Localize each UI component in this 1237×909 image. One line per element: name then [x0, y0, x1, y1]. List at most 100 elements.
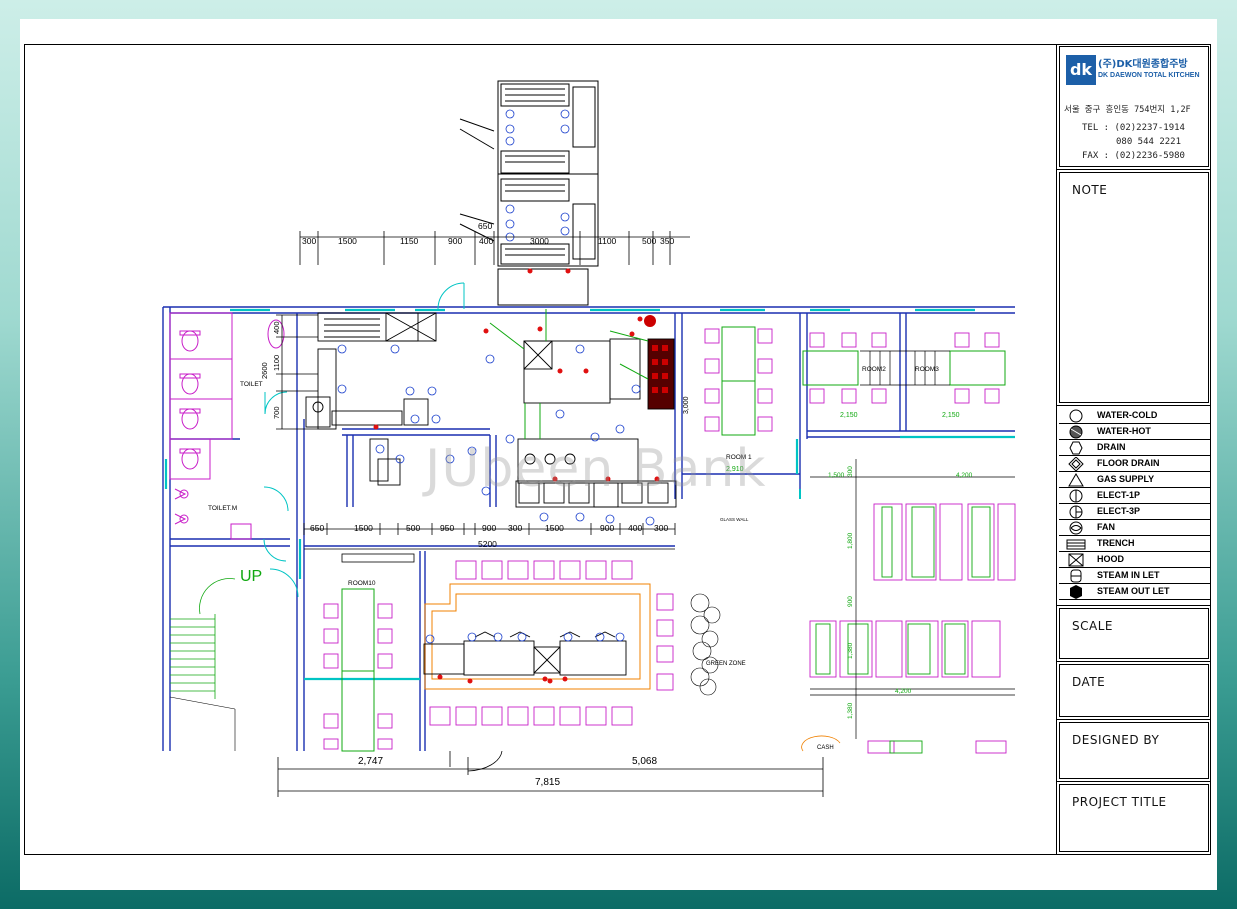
mid-dim-10: 300 [654, 523, 668, 533]
legend-label: FAN [1097, 522, 1115, 532]
scale-cell: SCALE [1057, 606, 1211, 662]
bottom-dim-1: 2,747 [358, 756, 383, 767]
mid-dim-9: 400 [628, 523, 642, 533]
right-dim-2: 4,200 [956, 472, 973, 479]
mid-dim-7: 1500 [545, 523, 564, 533]
green-zone-label: GREEN ZONE [706, 661, 746, 667]
company-name-en: DK DAEWON TOTAL KITCHEN [1098, 72, 1200, 79]
cash-label: CASH [817, 745, 834, 751]
designed-by-label: DESIGNED BY [1072, 733, 1160, 747]
top-dim-small: 650 [478, 221, 492, 231]
legend-row: TRENCH [1059, 536, 1210, 552]
date-label: DATE [1072, 675, 1106, 689]
note-cell: NOTE [1057, 170, 1211, 406]
date-cell: DATE [1057, 662, 1211, 720]
hexagon-icon [1063, 441, 1089, 455]
circle-icon [1063, 409, 1089, 423]
room10-label: ROOM10 [348, 580, 376, 587]
right-dim-5: 1,380 [847, 642, 854, 659]
legend-label: ELECT-1P [1097, 490, 1141, 500]
legend-row: DRAIN [1059, 440, 1210, 456]
bottom-right-dim: 4,200 [895, 688, 912, 695]
hatched-circle-icon [1063, 425, 1089, 439]
bottom-dim-total: 7,815 [535, 777, 560, 788]
note-label: NOTE [1072, 183, 1108, 197]
glass-wall-label: GLASS WALL [720, 517, 749, 522]
legend-label: WATER-HOT [1097, 426, 1151, 436]
top-dim-8: 500 [642, 236, 656, 246]
mid-dim-total: 5200 [478, 539, 497, 549]
top-dim-1: 300 [302, 236, 316, 246]
toilet-m-label: TOILET.M [208, 505, 237, 512]
legend-row: STEAM IN LET [1059, 568, 1210, 584]
right-dim-7: 300 [847, 466, 854, 477]
up-label: UP [240, 568, 262, 585]
legend-row: WATER-COLD [1059, 408, 1210, 424]
toilet-label: TOILET [240, 381, 263, 388]
steam-out-icon [1063, 585, 1089, 599]
company-tel: TEL : (02)2237-1914 [1082, 123, 1185, 133]
company-name: (주)DK대원종합주방 [1098, 59, 1188, 70]
top-dim-7: 1100 [598, 236, 617, 246]
mid-dim-4: 950 [440, 523, 454, 533]
designed-inner: DESIGNED BY [1059, 722, 1209, 779]
legend-row: ELECT-3P [1059, 504, 1210, 520]
steam-in-icon [1063, 569, 1089, 583]
top-dim-2: 1500 [338, 236, 357, 246]
logo-mark-icon: dk [1066, 55, 1096, 85]
circle-split-icon [1063, 505, 1089, 519]
side-dim-3: 1100 [272, 355, 281, 371]
room2-label: ROOM2 [862, 366, 886, 373]
legend-label: FLOOR DRAIN [1097, 458, 1160, 468]
legend-label: GAS SUPPLY [1097, 474, 1155, 484]
company-tel2: 080 544 2221 [1116, 137, 1182, 147]
room1-label: ROOM 1 [726, 454, 752, 461]
company-address: 서울 중구 흥인동 754번지 1,2F [1064, 105, 1191, 115]
diamond-icon [1063, 456, 1089, 472]
scale-label: SCALE [1072, 619, 1113, 633]
top-dim-5: 400 [479, 236, 493, 246]
legend-label: WATER-COLD [1097, 410, 1158, 420]
legend-label: STEAM IN LET [1097, 570, 1160, 580]
right-dim-6: 1,380 [847, 702, 854, 719]
right-dim-3: 1,800 [847, 532, 854, 549]
triangle-icon [1063, 473, 1089, 487]
company-fax: FAX : (02)2236-5980 [1082, 151, 1185, 161]
legend-row: GAS SUPPLY [1059, 472, 1210, 488]
right-dim-4: 900 [847, 596, 854, 607]
legend-row: ELECT-1P [1059, 488, 1210, 504]
legend-row: STEAM OUT LET [1059, 584, 1210, 600]
legend-cell: WATER-COLD WATER-HOT DRAIN FLOOR DRAIN GAS S… [1057, 406, 1211, 606]
company-cell: dk (주)DK대원종합주방 DK DAEWON TOTAL KITCHEN 서… [1057, 44, 1211, 170]
side-dim-1: 400 [272, 321, 281, 334]
mid-dim-1: 650 [310, 523, 324, 533]
company-logo: dk (주)DK대원종합주방 DK DAEWON TOTAL KITCHEN [1066, 55, 1206, 85]
company-inner: dk (주)DK대원종합주방 DK DAEWON TOTAL KITCHEN 서… [1059, 46, 1209, 167]
legend-label: DRAIN [1097, 442, 1126, 452]
side-dim-4: 700 [272, 406, 281, 419]
note-inner: NOTE [1059, 172, 1209, 403]
legend-row: FLOOR DRAIN [1059, 456, 1210, 472]
room-dim-1: 2,150 [840, 412, 858, 419]
project-cell: PROJECT TITLE [1057, 782, 1211, 854]
mid-dim-8: 900 [600, 523, 614, 533]
date-inner: DATE [1059, 664, 1209, 717]
legend-label: ELECT-3P [1097, 506, 1141, 516]
floor-plan: 300 1500 1150 900 400 3000 1100 500 350 … [162, 80, 1016, 797]
legend-row: FAN [1059, 520, 1210, 536]
top-dim-6: 3000 [530, 236, 549, 246]
legend: WATER-COLD WATER-HOT DRAIN FLOOR DRAIN GAS S… [1057, 408, 1211, 604]
circle-line-icon [1063, 489, 1089, 503]
title-block: dk (주)DK대원종합주방 DK DAEWON TOTAL KITCHEN 서… [1056, 44, 1211, 855]
room1-dim: 2,910 [726, 466, 744, 473]
mid-dim-5: 900 [482, 523, 496, 533]
trench-icon [1063, 537, 1089, 551]
hood-icon [1063, 553, 1089, 567]
project-inner: PROJECT TITLE [1059, 784, 1209, 852]
room3-label: ROOM3 [915, 366, 939, 373]
mid-dim-3: 500 [406, 523, 420, 533]
project-title-label: PROJECT TITLE [1072, 795, 1167, 809]
legend-row: HOOD [1059, 552, 1210, 568]
top-dim-9: 350 [660, 236, 674, 246]
drawing-sheet: 300 1500 1150 900 400 3000 1100 500 350 … [20, 19, 1217, 890]
